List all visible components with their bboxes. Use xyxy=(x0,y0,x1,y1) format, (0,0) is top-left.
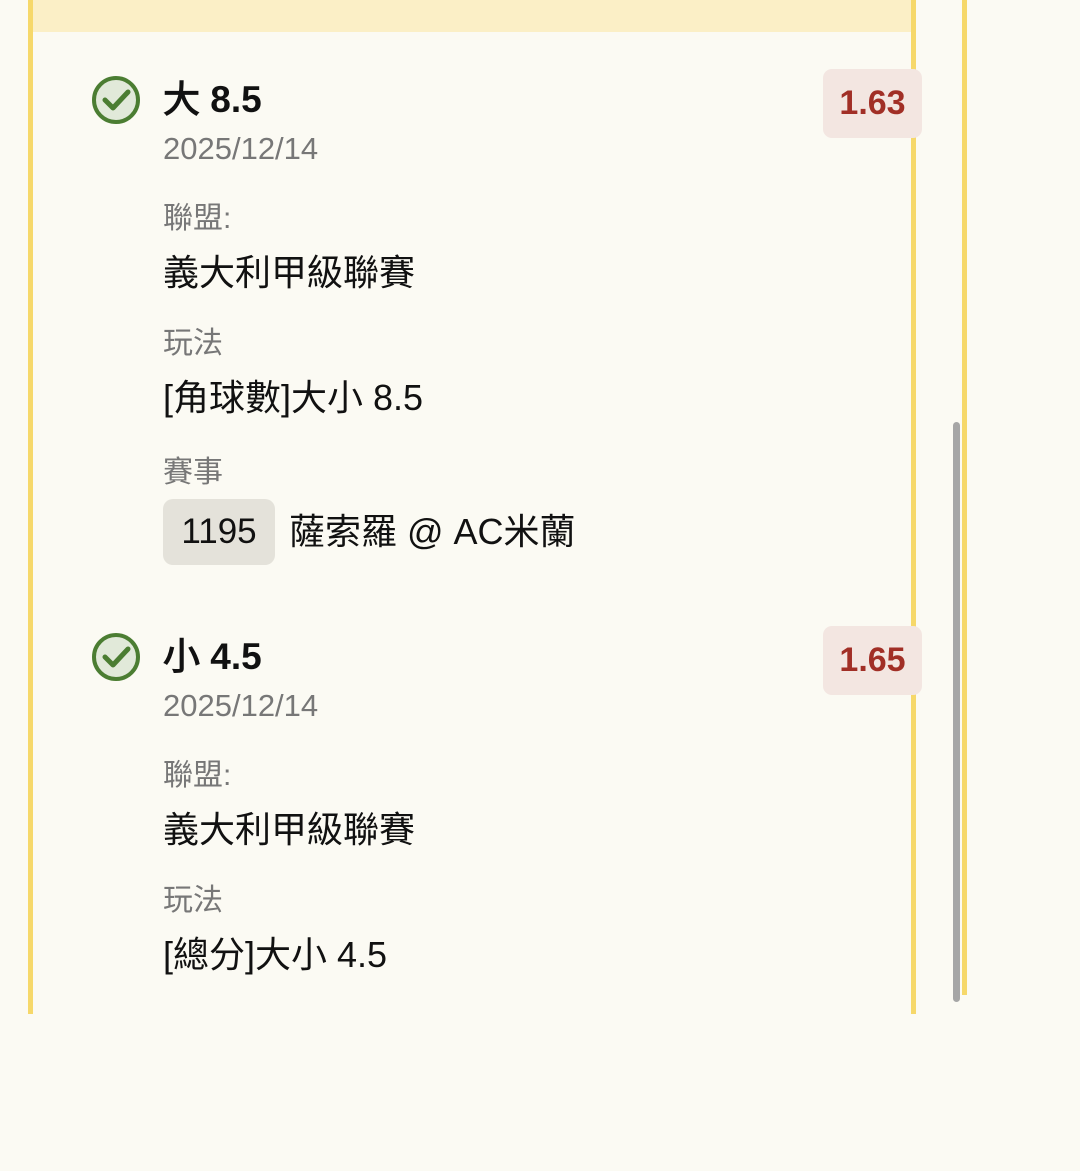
play-label: 玩法 xyxy=(163,327,223,360)
bet-date: 2025/12/14 xyxy=(163,131,319,166)
bet-card: 小 4.5 2025/12/14 1.65 聯盟: 義大利甲級聯賽 玩法 [總分… xyxy=(33,626,922,1171)
league-value: 義大利甲級聯賽 xyxy=(163,809,416,850)
league-label: 聯盟: xyxy=(163,202,232,235)
check-circle-icon xyxy=(92,633,140,681)
bet-list-panel: 大 8.5 2025/12/14 1.63 聯盟: 義大利甲級聯賽 玩法 [角球… xyxy=(28,0,922,1014)
bet-selection: 小 4.5 xyxy=(163,636,262,677)
play-value: [總分]大小 4.5 xyxy=(163,934,388,975)
page: 大 8.5 2025/12/14 1.63 聯盟: 義大利甲級聯賽 玩法 [角球… xyxy=(0,0,1080,1014)
event-id-badge: 1195 xyxy=(163,499,275,565)
bet-selection: 大 8.5 xyxy=(163,79,262,120)
event-label: 賽事 xyxy=(163,456,223,489)
bet-card: 大 8.5 2025/12/14 1.63 聯盟: 義大利甲級聯賽 玩法 [角球… xyxy=(33,69,922,614)
play-value: [角球數]大小 8.5 xyxy=(163,377,424,418)
odds-badge: 1.65 xyxy=(823,626,922,695)
vertical-scrollbar[interactable] xyxy=(953,422,960,1002)
right-divider xyxy=(962,0,967,995)
panel-header-strip xyxy=(33,0,911,32)
event-name: 薩索羅 @ AC米蘭 xyxy=(289,511,576,552)
check-circle-icon xyxy=(92,76,140,124)
bet-date: 2025/12/14 xyxy=(163,688,319,723)
event-row: 1195 薩索羅 @ AC米蘭 xyxy=(163,499,576,565)
league-label: 聯盟: xyxy=(163,759,232,792)
play-label: 玩法 xyxy=(163,884,223,917)
league-value: 義大利甲級聯賽 xyxy=(163,252,416,293)
odds-badge: 1.63 xyxy=(823,69,922,138)
